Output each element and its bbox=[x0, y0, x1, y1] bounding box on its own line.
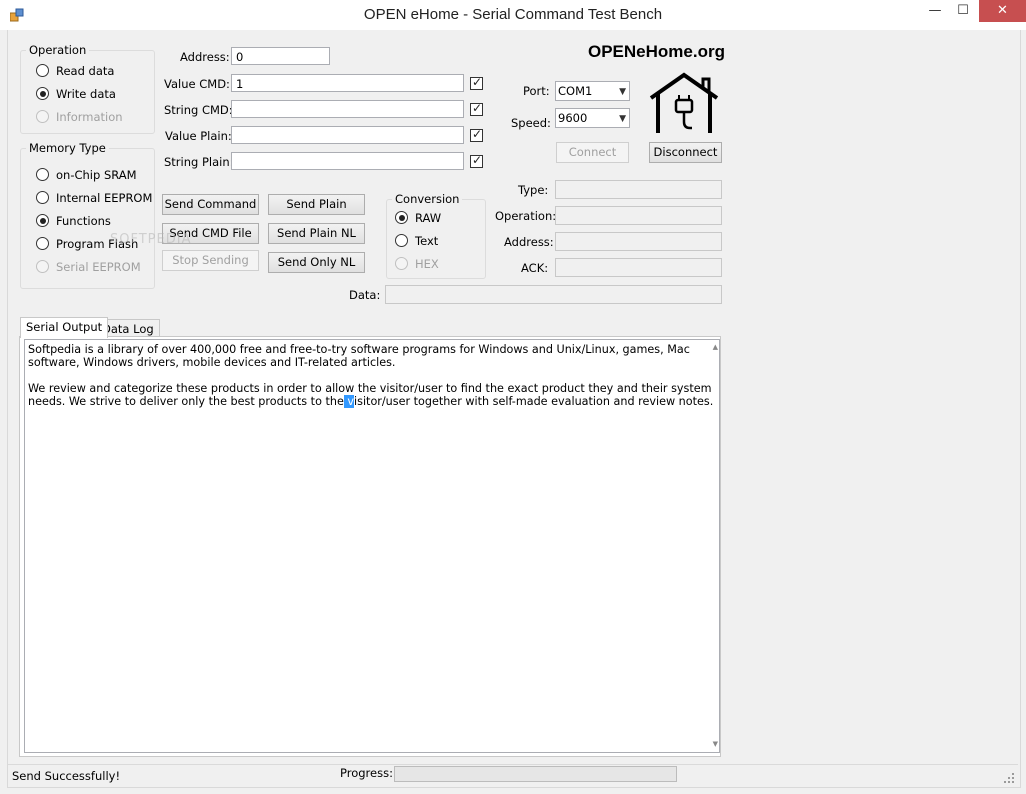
send-plain-button[interactable]: Send Plain bbox=[268, 194, 365, 215]
radio-dot bbox=[395, 257, 408, 270]
window-title: OPEN eHome - Serial Command Test Bench bbox=[363, 6, 663, 23]
progress-bar bbox=[394, 766, 677, 782]
string-cmd-checkbox[interactable]: ✓ bbox=[470, 101, 483, 116]
value-cmd-input[interactable]: 1 bbox=[231, 74, 464, 92]
speed-select[interactable]: 9600 ▼ bbox=[555, 108, 630, 128]
connect-button[interactable]: Connect bbox=[556, 142, 629, 163]
type-field bbox=[555, 180, 722, 199]
send-cmd-file-button[interactable]: Send CMD File bbox=[162, 223, 259, 244]
radio-write-data[interactable]: Write data bbox=[36, 86, 116, 102]
value-plain-checkbox[interactable]: ✓ bbox=[470, 127, 483, 142]
house-plug-icon bbox=[649, 72, 719, 133]
string-cmd-input[interactable] bbox=[231, 100, 464, 118]
chevron-down-icon: ▼ bbox=[619, 114, 626, 124]
value-plain-label: Value Plain: bbox=[165, 129, 232, 143]
app-window: OPEN eHome - Serial Command Test Bench —… bbox=[0, 0, 1026, 794]
radio-dot bbox=[395, 211, 408, 224]
radio-dot bbox=[36, 64, 49, 77]
send-plain-nl-button[interactable]: Send Plain NL bbox=[268, 223, 365, 244]
radio-internal-eeprom[interactable]: Internal EEPROM bbox=[36, 190, 152, 206]
close-button[interactable]: ✕ bbox=[979, 0, 1026, 22]
scroll-down-arrow-icon[interactable]: ▼ bbox=[713, 738, 718, 751]
radio-functions[interactable]: Functions bbox=[36, 213, 111, 229]
address-label: Address: bbox=[180, 50, 230, 64]
status-message: Send Successfully! bbox=[12, 769, 121, 783]
checkmark-icon: ✓ bbox=[472, 75, 483, 89]
radio-dot bbox=[36, 237, 49, 250]
value-plain-input[interactable] bbox=[231, 126, 464, 144]
operation-label: Operation: bbox=[495, 209, 557, 223]
address-response-label: Address: bbox=[504, 235, 554, 249]
value-cmd-label: Value CMD: bbox=[164, 77, 230, 91]
ack-label: ACK: bbox=[521, 261, 549, 275]
disconnect-button[interactable]: Disconnect bbox=[649, 142, 722, 163]
resize-grip-icon[interactable] bbox=[1003, 772, 1015, 784]
radio-dot bbox=[36, 110, 49, 123]
string-plain-input[interactable] bbox=[231, 152, 464, 170]
memory-type-group-label: Memory Type bbox=[26, 141, 109, 155]
tab-serial-output[interactable]: Serial Output bbox=[20, 317, 109, 338]
output-paragraph: We review and categorize these products … bbox=[28, 382, 714, 408]
checkmark-icon: ✓ bbox=[472, 153, 483, 167]
checkmark-icon: ✓ bbox=[472, 101, 483, 115]
serial-output-text[interactable]: Softpedia is a library of over 400,000 f… bbox=[24, 339, 720, 753]
conversion-group-label: Conversion bbox=[392, 192, 463, 206]
type-label: Type: bbox=[518, 183, 549, 197]
radio-hex[interactable]: HEX bbox=[395, 256, 439, 272]
data-field bbox=[385, 285, 722, 304]
radio-serial-eeprom[interactable]: Serial EEPROM bbox=[36, 259, 141, 275]
stop-sending-button[interactable]: Stop Sending bbox=[162, 250, 259, 271]
radio-dot bbox=[36, 168, 49, 181]
radio-read-data[interactable]: Read data bbox=[36, 63, 114, 79]
chevron-down-icon: ▼ bbox=[619, 87, 626, 97]
scroll-up-arrow-icon[interactable]: ▲ bbox=[713, 341, 718, 354]
radio-raw[interactable]: RAW bbox=[395, 210, 441, 226]
text-selection: v bbox=[343, 395, 355, 408]
data-label: Data: bbox=[349, 288, 381, 302]
minimize-button[interactable]: — bbox=[922, 0, 948, 22]
radio-information[interactable]: Information bbox=[36, 109, 123, 125]
string-plain-checkbox[interactable]: ✓ bbox=[470, 153, 483, 168]
speed-label: Speed: bbox=[511, 116, 551, 130]
radio-text[interactable]: Text bbox=[395, 233, 438, 249]
maximize-button[interactable]: ☐ bbox=[950, 0, 976, 22]
radio-dot bbox=[36, 260, 49, 273]
radio-dot bbox=[395, 234, 408, 247]
radio-dot bbox=[36, 214, 49, 227]
radio-dot bbox=[36, 87, 49, 100]
radio-program-flash[interactable]: Program Flash bbox=[36, 236, 138, 252]
radio-onchip-sram[interactable]: on-Chip SRAM bbox=[36, 167, 137, 183]
operation-field bbox=[555, 206, 722, 225]
address-input[interactable]: 0 bbox=[231, 47, 330, 65]
output-paragraph: Softpedia is a library of over 400,000 f… bbox=[28, 343, 690, 369]
address-field bbox=[555, 232, 722, 251]
string-cmd-label: String CMD: bbox=[164, 103, 233, 117]
value-cmd-checkbox[interactable]: ✓ bbox=[470, 75, 483, 90]
radio-dot bbox=[36, 191, 49, 204]
string-plain-label: String Plain: bbox=[164, 155, 234, 169]
ack-field bbox=[555, 258, 722, 277]
operation-group-label: Operation bbox=[26, 43, 90, 57]
checkmark-icon: ✓ bbox=[472, 127, 483, 141]
progress-label: Progress: bbox=[340, 766, 393, 780]
brand-title: OPENeHome.org bbox=[588, 42, 725, 61]
port-label: Port: bbox=[523, 84, 550, 98]
send-only-nl-button[interactable]: Send Only NL bbox=[268, 252, 365, 273]
port-select[interactable]: COM1 ▼ bbox=[555, 81, 630, 101]
send-command-button[interactable]: Send Command bbox=[162, 194, 259, 215]
